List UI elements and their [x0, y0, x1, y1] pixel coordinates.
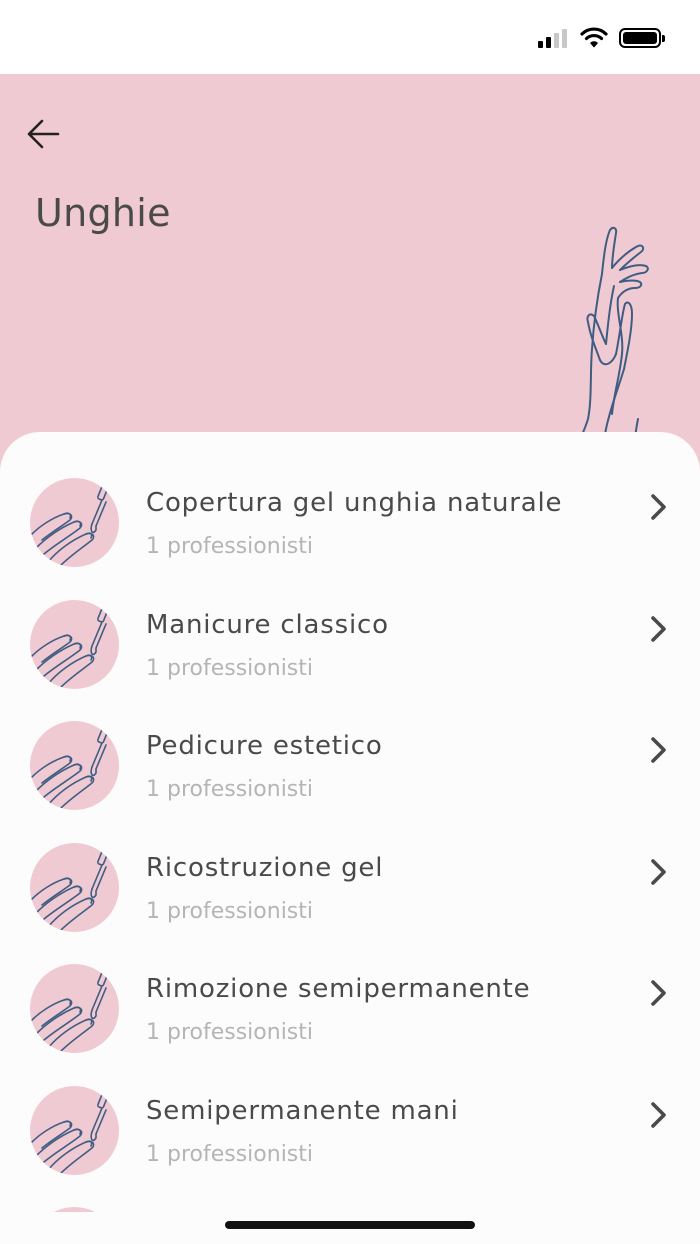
chevron-right-icon [651, 980, 666, 1006]
page-title: Unghie [35, 191, 171, 235]
chevron-container [648, 978, 670, 1012]
header: Unghie [0, 74, 700, 474]
service-list-item[interactable]: Manicure classico 1 professionisti [0, 554, 700, 689]
services-list[interactable]: Copertura gel unghia naturale 1 professio… [0, 432, 700, 1212]
chevron-right-icon [651, 737, 666, 763]
service-title: Copertura gel unghia naturale [146, 488, 563, 518]
back-button[interactable] [22, 114, 66, 154]
chevron-right-icon [651, 858, 666, 885]
service-avatar-partial [30, 1207, 119, 1212]
service-title: Rimozione semipermanente [146, 974, 531, 1004]
home-indicator [225, 1221, 475, 1229]
chevron-right-icon [651, 1101, 666, 1128]
service-list-item[interactable]: Rimozione semipermanente 1 professionisti [0, 918, 700, 1053]
service-list-item[interactable]: Semipermanente mani 1 professionisti [0, 1040, 700, 1175]
chevron-container [648, 857, 670, 891]
chevron-container [648, 614, 670, 648]
chevron-container [648, 492, 670, 526]
battery-icon [619, 28, 665, 48]
service-list-item[interactable]: Ricostruzione gel 1 professionisti [0, 797, 700, 932]
service-list-item[interactable]: Pedicure estetico 1 professionisti [0, 675, 700, 810]
chevron-right-icon [651, 494, 666, 520]
service-title: Semipermanente mani [146, 1095, 459, 1126]
service-title: Pedicure estetico [146, 731, 383, 761]
cellular-signal-icon [538, 28, 572, 48]
service-title: Manicure classico [146, 609, 389, 640]
chevron-container [648, 1100, 670, 1134]
nail-polish-icon [31, 1090, 109, 1175]
service-list-item[interactable]: Copertura gel unghia naturale 1 professio… [0, 432, 700, 567]
services-sheet: Copertura gel unghia naturale 1 professio… [0, 432, 700, 1244]
service-professionals-count: 1 professionisti [146, 1141, 314, 1167]
service-title: Ricostruzione gel [146, 852, 384, 883]
arrow-left-icon [27, 119, 60, 149]
service-avatar [30, 1085, 119, 1175]
chevron-container [648, 735, 670, 769]
status-bar [0, 0, 700, 74]
chevron-right-icon [651, 615, 666, 642]
wifi-icon [580, 27, 608, 48]
